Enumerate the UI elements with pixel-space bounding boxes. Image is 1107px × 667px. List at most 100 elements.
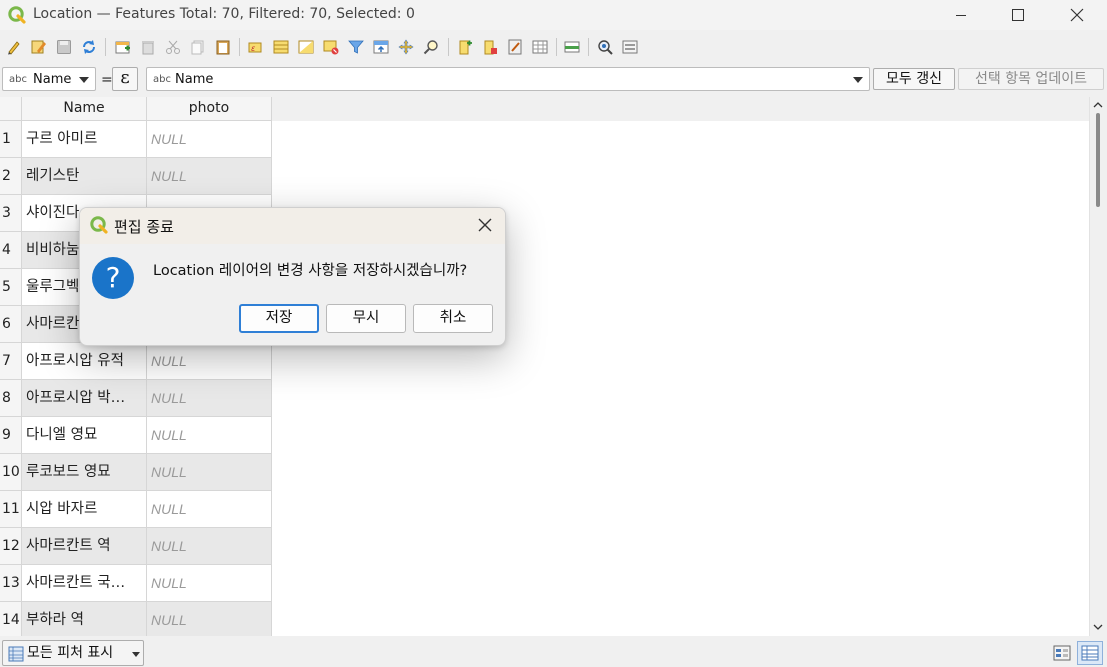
invert-selection-icon[interactable] xyxy=(298,39,314,55)
cancel-button[interactable]: 취소 xyxy=(413,304,493,333)
epsilon-icon: ε xyxy=(120,67,130,88)
dialog-titlebar: 편집 종료 xyxy=(80,208,505,244)
cell-name[interactable]: 아프로시압 박… xyxy=(22,380,147,417)
field-select-combo[interactable]: abc Name xyxy=(2,67,96,91)
feature-filter-label: 모든 피처 표시 xyxy=(27,645,114,661)
multi-edit-icon[interactable] xyxy=(31,39,47,55)
update-selected-button[interactable]: 선택 항목 업데이트 xyxy=(958,68,1104,90)
paste-icon[interactable] xyxy=(215,39,231,55)
cell-name[interactable]: 사마르칸트 역 xyxy=(22,528,147,565)
toggle-editing-icon[interactable] xyxy=(6,39,22,55)
row-number[interactable]: 10 xyxy=(0,454,22,491)
row-number[interactable]: 12 xyxy=(0,528,22,565)
attribute-table: Name photo 1구르 아미르NULL2레기스탄NULL3샤이진다NULL… xyxy=(0,97,1107,636)
cell-name[interactable]: 부하라 역 xyxy=(22,602,147,636)
feature-filter-button[interactable]: 모든 피처 표시 xyxy=(2,640,144,666)
corner-header[interactable] xyxy=(0,97,22,121)
scroll-down-icon[interactable] xyxy=(1093,623,1103,631)
row-number[interactable]: 2 xyxy=(0,158,22,195)
table-view-icon xyxy=(1081,645,1099,661)
row-number[interactable]: 9 xyxy=(0,417,22,454)
cut-icon[interactable] xyxy=(165,39,181,55)
dock-icon[interactable] xyxy=(564,39,580,55)
cell-name[interactable]: 다니엘 영묘 xyxy=(22,417,147,454)
question-icon: ? xyxy=(92,257,134,299)
zoom-to-selection-icon[interactable] xyxy=(423,39,439,55)
stop-editing-dialog: 편집 종료 ? Location 레이어의 변경 사항을 저장하시겠습니까? 저… xyxy=(79,207,506,346)
cell-name[interactable]: 구르 아미르 xyxy=(22,121,147,158)
row-number[interactable]: 11 xyxy=(0,491,22,528)
expression-value: Name xyxy=(175,72,214,87)
header-filler xyxy=(272,97,1089,121)
row-number[interactable]: 4 xyxy=(0,232,22,269)
expression-builder-button[interactable]: ε xyxy=(112,67,138,91)
form-view-icon[interactable] xyxy=(1053,644,1071,662)
add-feature-icon[interactable] xyxy=(115,39,131,55)
toolbar-separator xyxy=(588,38,589,56)
delete-field-icon[interactable] xyxy=(482,39,498,55)
update-all-button[interactable]: 모두 갱신 xyxy=(873,68,955,90)
row-number[interactable]: 13 xyxy=(0,565,22,602)
cell-photo[interactable]: NULL xyxy=(147,121,272,158)
maximize-button[interactable] xyxy=(995,0,1041,30)
filter-icon[interactable] xyxy=(348,39,364,55)
cell-name[interactable]: 아프로시압 유적 xyxy=(22,343,147,380)
row-number[interactable]: 14 xyxy=(0,602,22,636)
cell-photo[interactable]: NULL xyxy=(147,417,272,454)
maximize-icon xyxy=(1012,9,1024,21)
cell-photo[interactable]: NULL xyxy=(147,454,272,491)
pan-to-selection-icon[interactable] xyxy=(398,39,414,55)
vertical-scrollbar[interactable] xyxy=(1089,97,1107,636)
save-edits-icon[interactable] xyxy=(56,39,72,55)
row-number[interactable]: 7 xyxy=(0,343,22,380)
copy-icon[interactable] xyxy=(190,39,206,55)
table-filter-icon xyxy=(8,646,24,662)
table-view-button[interactable] xyxy=(1077,641,1103,665)
cell-name[interactable]: 레기스탄 xyxy=(22,158,147,195)
save-button[interactable]: 저장 xyxy=(239,304,319,333)
cell-name[interactable]: 사마르칸트 국… xyxy=(22,565,147,602)
cell-name[interactable]: 루코보드 영묘 xyxy=(22,454,147,491)
close-icon[interactable] xyxy=(477,217,493,233)
new-field-icon[interactable] xyxy=(457,39,473,55)
field-calculator-icon[interactable] xyxy=(507,39,523,55)
scroll-thumb[interactable] xyxy=(1096,113,1100,207)
equals-label: = xyxy=(101,72,113,88)
field-select-value: Name xyxy=(33,72,72,87)
window-title: Location — Features Total: 70, Filtered:… xyxy=(33,6,415,22)
bottom-bar: 모든 피처 표시 xyxy=(0,638,1107,667)
cell-photo[interactable]: NULL xyxy=(147,491,272,528)
expression-select-icon[interactable]: ε xyxy=(248,39,264,55)
expression-input[interactable]: abc Name xyxy=(146,67,870,91)
toolbar-separator xyxy=(448,38,449,56)
discard-button[interactable]: 무시 xyxy=(326,304,406,333)
select-all-icon[interactable] xyxy=(273,39,289,55)
qgis-logo-icon xyxy=(8,6,26,24)
row-number[interactable]: 8 xyxy=(0,380,22,417)
cell-photo[interactable]: NULL xyxy=(147,565,272,602)
actions-icon[interactable] xyxy=(597,39,613,55)
row-number[interactable]: 1 xyxy=(0,121,22,158)
minimize-button[interactable] xyxy=(938,0,984,30)
toolbar-separator xyxy=(239,38,240,56)
cell-photo[interactable]: NULL xyxy=(147,343,272,380)
cell-photo[interactable]: NULL xyxy=(147,528,272,565)
cell-photo[interactable]: NULL xyxy=(147,602,272,636)
delete-feature-icon[interactable] xyxy=(140,39,156,55)
cell-photo[interactable]: NULL xyxy=(147,380,272,417)
row-number[interactable]: 5 xyxy=(0,269,22,306)
cell-name[interactable]: 시압 바자르 xyxy=(22,491,147,528)
close-window-button[interactable] xyxy=(1054,0,1100,30)
row-number[interactable]: 3 xyxy=(0,195,22,232)
reload-icon[interactable] xyxy=(81,39,97,55)
column-header-name[interactable]: Name xyxy=(22,97,147,121)
cell-photo[interactable]: NULL xyxy=(147,158,272,195)
deselect-icon[interactable] xyxy=(323,39,339,55)
forms-icon[interactable] xyxy=(622,39,638,55)
conditional-formatting-icon[interactable] xyxy=(532,39,548,55)
row-number[interactable]: 6 xyxy=(0,306,22,343)
column-header-photo[interactable]: photo xyxy=(147,97,272,121)
move-selection-top-icon[interactable] xyxy=(373,39,389,55)
scroll-up-icon[interactable] xyxy=(1093,101,1103,109)
chevron-down-icon xyxy=(853,77,863,83)
